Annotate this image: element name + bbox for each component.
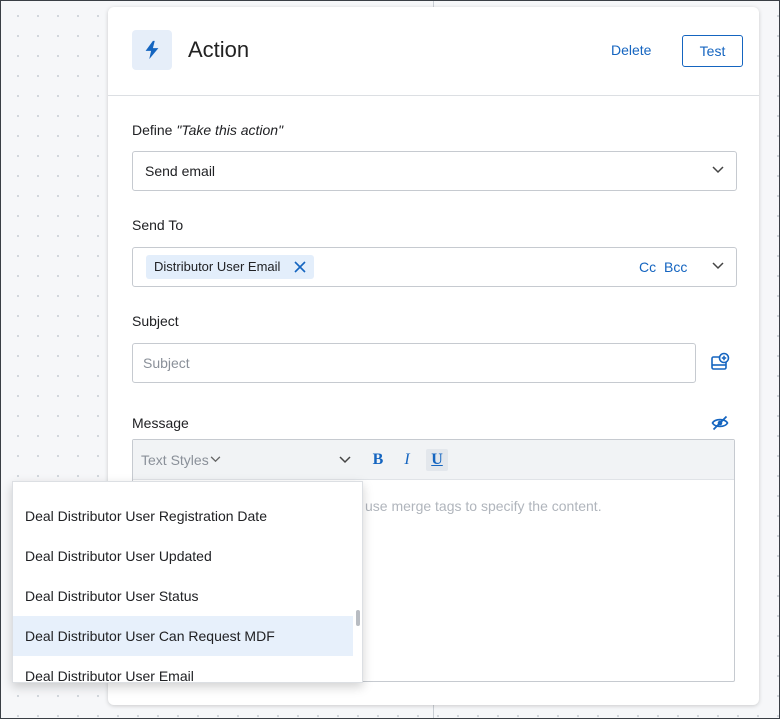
lightning-bolt-icon (132, 30, 172, 70)
define-label-emphasis: "Take this action" (176, 122, 284, 138)
subject-placeholder: Subject (143, 355, 190, 371)
editor-toolbar: Text Styles B I U (133, 440, 734, 480)
message-label: Message (132, 415, 189, 431)
delete-button[interactable]: Delete (611, 42, 651, 58)
cc-link[interactable]: Cc (639, 259, 656, 275)
chevron-down-icon[interactable] (339, 456, 351, 464)
dropdown-item[interactable]: Deal Distributor User Registration Date (13, 496, 353, 536)
bold-button[interactable]: B (367, 449, 389, 471)
dropdown-item[interactable]: Deal Distributor User Updated (13, 536, 353, 576)
send-to-field[interactable]: Distributor User Email Cc Bcc (132, 247, 737, 287)
message-placeholder: use merge tags to specify the content. (365, 498, 602, 514)
define-label: Define "Take this action" (132, 122, 283, 138)
dropdown-item-highlighted[interactable]: Deal Distributor User Can Request MDF (13, 616, 353, 656)
action-select[interactable]: Send email (132, 151, 737, 191)
recipient-chip-label: Distributor User Email (154, 259, 281, 274)
action-select-value: Send email (145, 163, 216, 179)
test-button[interactable]: Test (682, 35, 743, 67)
dropdown-scrollbar[interactable] (356, 610, 360, 626)
underline-button[interactable]: U (426, 449, 448, 471)
dropdown-item[interactable]: Deal Distributor User Email (13, 656, 353, 682)
subject-label: Subject (132, 313, 179, 329)
send-to-label: Send To (132, 217, 184, 233)
page-title: Action (188, 37, 250, 62)
insert-merge-tag-icon[interactable] (710, 352, 730, 372)
eye-off-icon[interactable] (711, 415, 729, 431)
panel-header: Action Delete Test (108, 7, 759, 96)
merge-tag-dropdown[interactable]: Deal Distributor User Registration Date … (12, 481, 363, 683)
dropdown-item[interactable]: Deal Distributor User Status (13, 576, 353, 616)
chevron-down-icon[interactable] (712, 262, 724, 270)
bcc-link[interactable]: Bcc (664, 259, 687, 275)
define-label-prefix: Define (132, 122, 177, 138)
italic-button[interactable]: I (396, 449, 418, 471)
close-icon[interactable] (294, 261, 306, 273)
chevron-down-icon[interactable] (210, 456, 221, 463)
subject-input[interactable]: Subject (132, 343, 696, 383)
recipient-chip: Distributor User Email (146, 255, 315, 279)
chevron-down-icon (712, 166, 724, 174)
text-styles-select[interactable]: Text Styles (141, 452, 209, 468)
